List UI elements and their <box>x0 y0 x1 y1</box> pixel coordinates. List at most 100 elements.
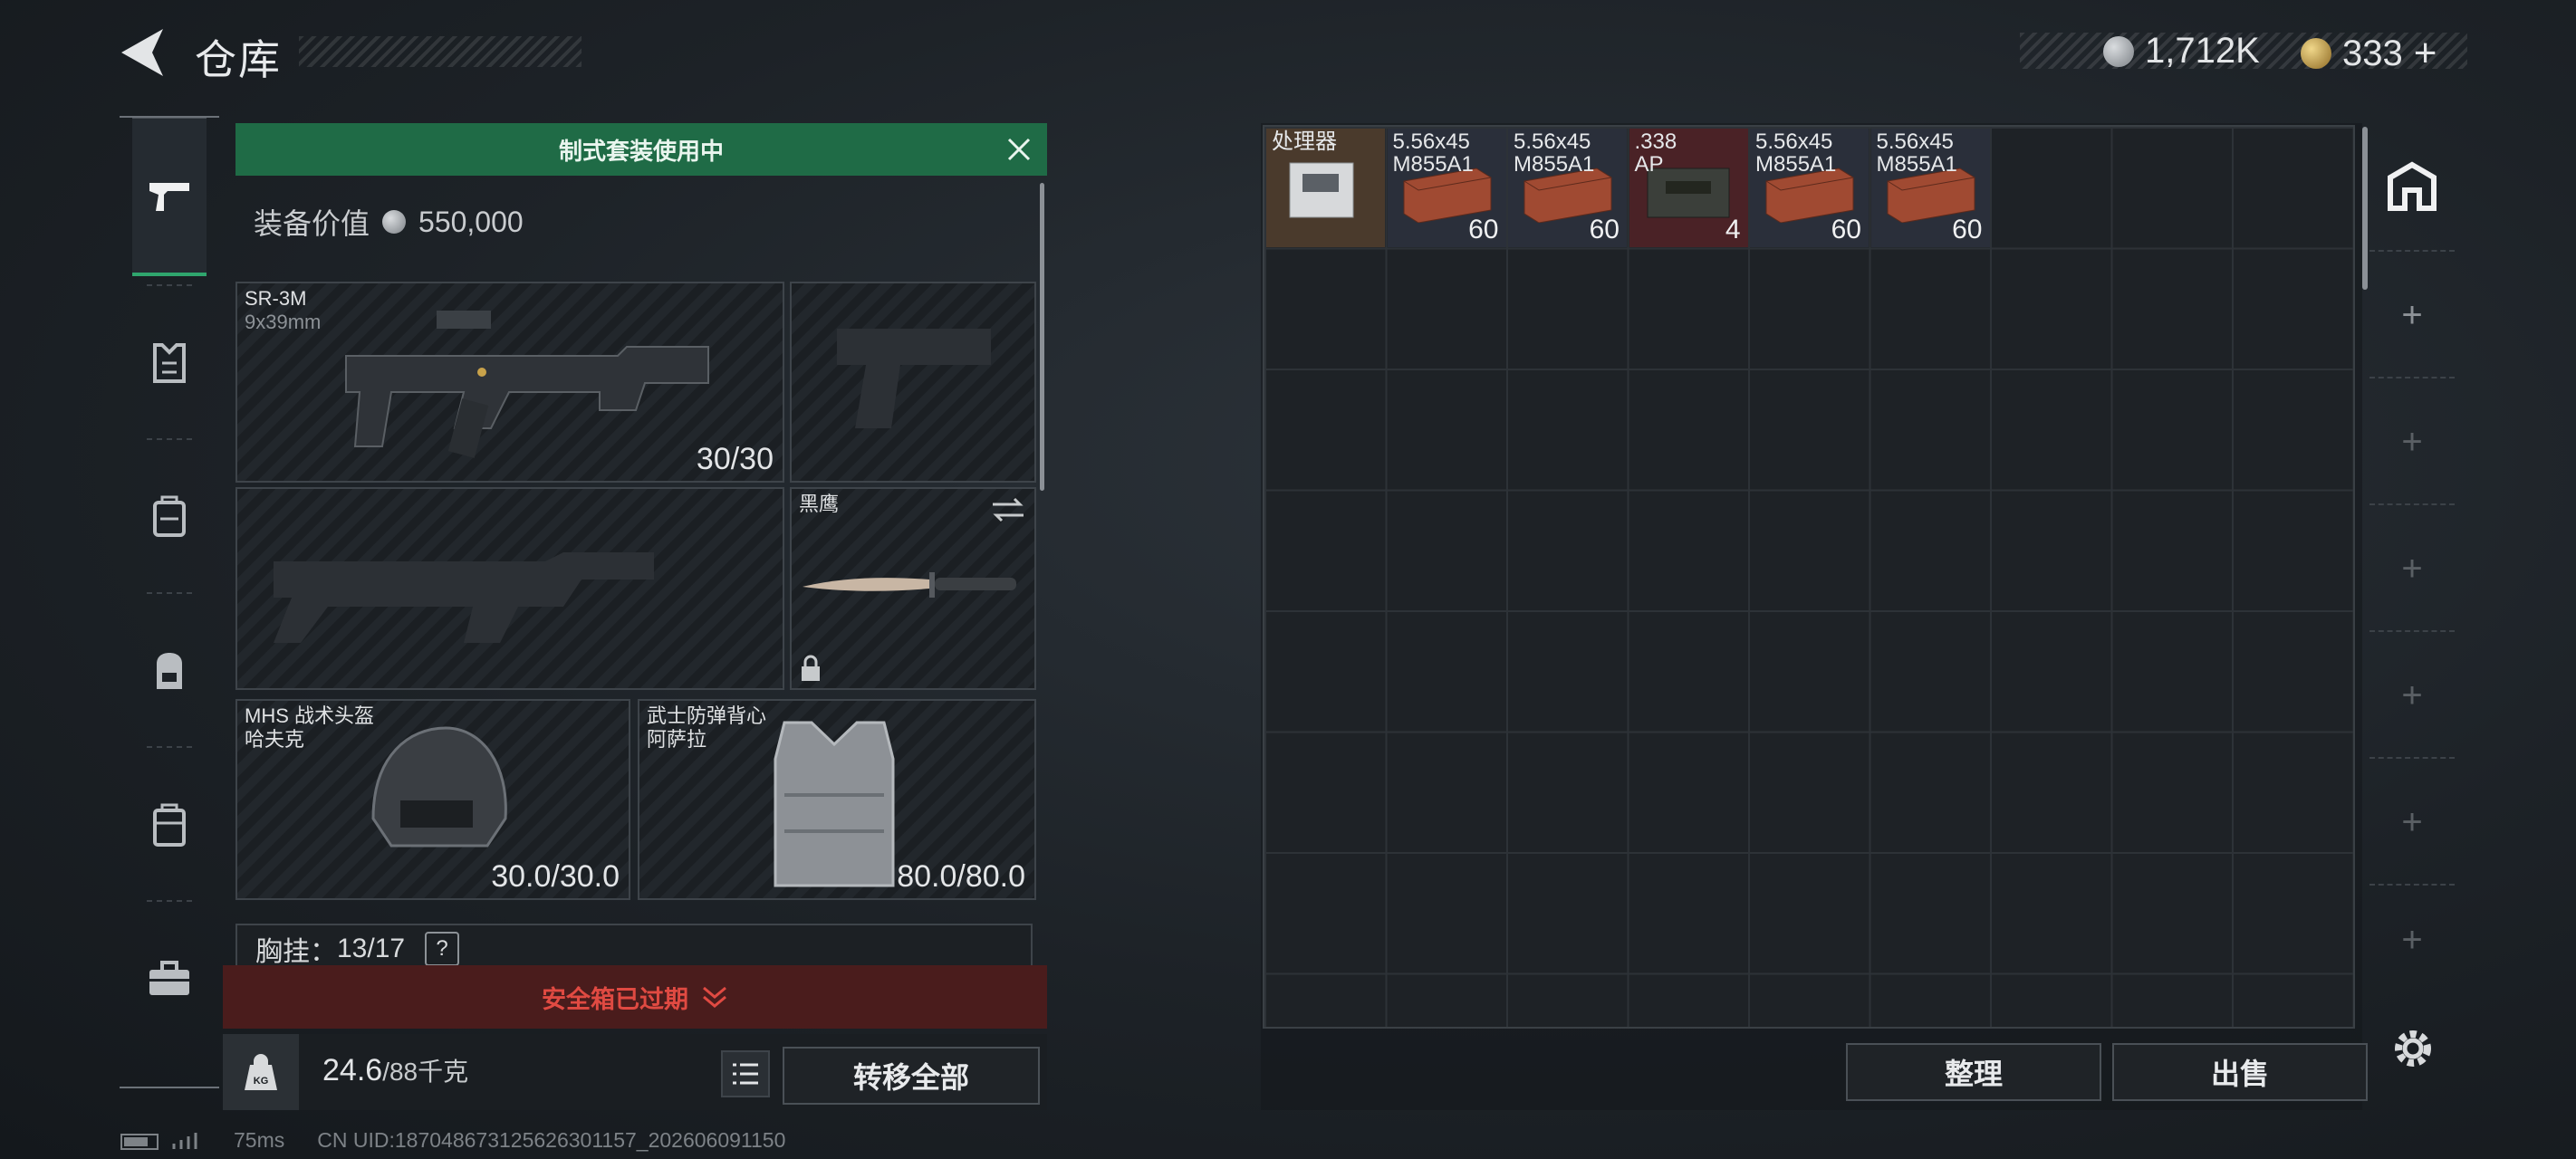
weight-value: 24.6 <box>322 1053 383 1087</box>
chevron-down-icon <box>703 986 726 1008</box>
silver-coin-icon <box>382 210 407 234</box>
storage-scrollbar[interactable] <box>2362 127 2368 290</box>
gold-currency[interactable]: 333 + <box>2301 31 2437 76</box>
storage-home-tab[interactable] <box>2369 123 2455 250</box>
loadout-panel: 制式套装使用中 装备价值 550,000 SR-3M 9x39mm 30/30 … <box>223 123 1047 1110</box>
lock-icon <box>802 655 820 681</box>
safebox-expired-bar[interactable]: 安全箱已过期 <box>223 965 1047 1029</box>
add-storage-tab[interactable]: + <box>2369 630 2455 759</box>
tab-chest-rig[interactable] <box>132 440 207 594</box>
kit-in-use-banner: 制式套装使用中 <box>235 123 1047 176</box>
item-count: 60 <box>1952 215 1983 244</box>
toolbox-icon <box>149 961 189 995</box>
primary-weapon-slot[interactable]: SR-3M 9x39mm 30/30 <box>235 282 784 483</box>
chest-rig-label: 胸挂： <box>255 937 337 967</box>
rifle-placeholder-icon <box>274 552 654 643</box>
safebox-status: 安全箱已过期 <box>542 985 688 1013</box>
tab-weapons[interactable] <box>132 118 207 276</box>
add-storage-tab[interactable]: + <box>2369 377 2455 505</box>
armor-name: 武士防弹背心 <box>647 704 767 727</box>
user-uid: CN UID:187048673125626301157_20260609115… <box>317 1128 786 1152</box>
storage-item[interactable]: 5.56x45 M855A1 60 <box>1750 129 1869 247</box>
silver-amount: 1,712K <box>2145 31 2260 71</box>
pistol-slot[interactable] <box>790 282 1036 483</box>
status-line: 75ms CN UID:187048673125626301157_202606… <box>120 1128 785 1153</box>
warehouse-icon <box>2388 161 2437 211</box>
kit-banner-text: 制式套装使用中 <box>558 137 724 165</box>
item-name: 5.56x45 M855A1 <box>1514 129 1595 177</box>
storage-item[interactable]: 5.56x45 M855A1 60 <box>1508 129 1627 247</box>
weight-bar: KG 24.6/88千克 转移全部 <box>223 1034 1047 1110</box>
back-arrow-icon[interactable] <box>118 25 167 80</box>
body-armor-icon <box>774 721 895 887</box>
sort-button[interactable]: 整理 <box>1846 1043 2101 1101</box>
tab-backpack[interactable] <box>132 594 207 748</box>
storage-item[interactable]: 处理器 <box>1266 129 1385 247</box>
gold-amount: 333 <box>2342 33 2403 73</box>
equipment-value: 装备价值 550,000 <box>254 201 524 243</box>
item-name: 处理器 <box>1272 129 1337 154</box>
battery-signal-icon <box>120 1132 197 1150</box>
loadout-scrollbar[interactable] <box>1040 183 1044 491</box>
carry-weight: 24.6/88千克 <box>322 1052 468 1088</box>
item-name: 5.56x45 M855A1 <box>1755 129 1837 177</box>
armor-brand: 阿萨拉 <box>647 728 707 751</box>
processor-icon <box>1289 162 1354 218</box>
armor-durability: 80.0/80.0 <box>897 859 1025 894</box>
helmet-slot[interactable]: MHS 战术头盔 哈夫克 30.0/30.0 <box>235 699 630 900</box>
tab-case[interactable] <box>132 748 207 902</box>
help-icon[interactable]: ? <box>425 932 460 966</box>
list-view-button[interactable] <box>721 1050 770 1097</box>
storage-item[interactable]: 5.56x45 M855A1 60 <box>1387 129 1506 247</box>
helmet-brand: 哈夫克 <box>245 728 305 751</box>
add-gold-icon[interactable]: + <box>2414 31 2437 76</box>
helmet-icon <box>371 726 507 848</box>
helmet-label: MHS 战术头盔 哈夫克 <box>245 704 374 752</box>
add-storage-tab[interactable]: + <box>2369 503 2455 632</box>
gear-icon[interactable] <box>2388 1023 2438 1074</box>
tab-armor[interactable] <box>132 286 207 440</box>
add-storage-tab[interactable]: + <box>2369 757 2455 886</box>
backpack-icon <box>157 653 182 689</box>
sell-button[interactable]: 出售 <box>2112 1043 2368 1101</box>
kg-label: KG <box>254 1076 269 1087</box>
silver-currency: 1,712K <box>2103 31 2260 72</box>
pistol-icon <box>149 183 189 211</box>
rig-icon <box>153 495 186 537</box>
knife-name: 黑鹰 <box>799 493 840 515</box>
storage-grid[interactable]: 处理器 5.56x45 M855A1 60 5.56x45 M855A1 60 .338 … <box>1263 125 2355 1029</box>
secondary-weapon-slot[interactable] <box>235 487 784 690</box>
list-icon <box>733 1063 758 1085</box>
kettlebell-icon: KG <box>245 1054 277 1090</box>
tab-toolbox[interactable] <box>132 902 207 1056</box>
item-count: 60 <box>1468 215 1499 244</box>
gold-coin-icon <box>2301 38 2331 69</box>
item-count: 4 <box>1725 215 1741 244</box>
weapon-name: SR-3M <box>245 287 307 310</box>
close-icon[interactable] <box>1004 134 1034 165</box>
storage-item[interactable]: .338 AP 4 <box>1629 129 1748 247</box>
item-name: .338 AP <box>1634 129 1677 177</box>
item-name: 5.56x45 M855A1 <box>1392 129 1474 177</box>
title-decoration <box>299 36 582 67</box>
storage-panel: 处理器 5.56x45 M855A1 60 5.56x45 M855A1 60 .338 … <box>1261 123 2368 1110</box>
armor-slot[interactable]: 武士防弹背心 阿萨拉 80.0/80.0 <box>638 699 1036 900</box>
category-sidebar <box>120 116 219 1088</box>
transfer-all-button[interactable]: 转移全部 <box>783 1047 1040 1105</box>
swap-icon[interactable] <box>991 496 1025 523</box>
value-label: 装备价值 <box>254 207 370 240</box>
case-icon <box>153 803 186 847</box>
item-count: 60 <box>1831 215 1861 244</box>
item-count: 60 <box>1589 215 1620 244</box>
helmet-durability: 30.0/30.0 <box>491 859 620 894</box>
add-storage-tab[interactable]: + <box>2369 884 2455 994</box>
add-storage-tab[interactable]: + <box>2369 250 2455 378</box>
weapon-label: SR-3M 9x39mm <box>245 287 321 334</box>
armor-label: 武士防弹背心 阿萨拉 <box>647 704 766 752</box>
weapon-caliber: 9x39mm <box>245 311 322 333</box>
weight-icon: KG <box>223 1034 299 1110</box>
value-amount: 550,000 <box>418 205 524 238</box>
weight-capacity: /88千克 <box>382 1058 469 1086</box>
storage-item[interactable]: 5.56x45 M855A1 60 <box>1870 129 1990 247</box>
melee-slot[interactable]: 黑鹰 <box>790 487 1036 690</box>
